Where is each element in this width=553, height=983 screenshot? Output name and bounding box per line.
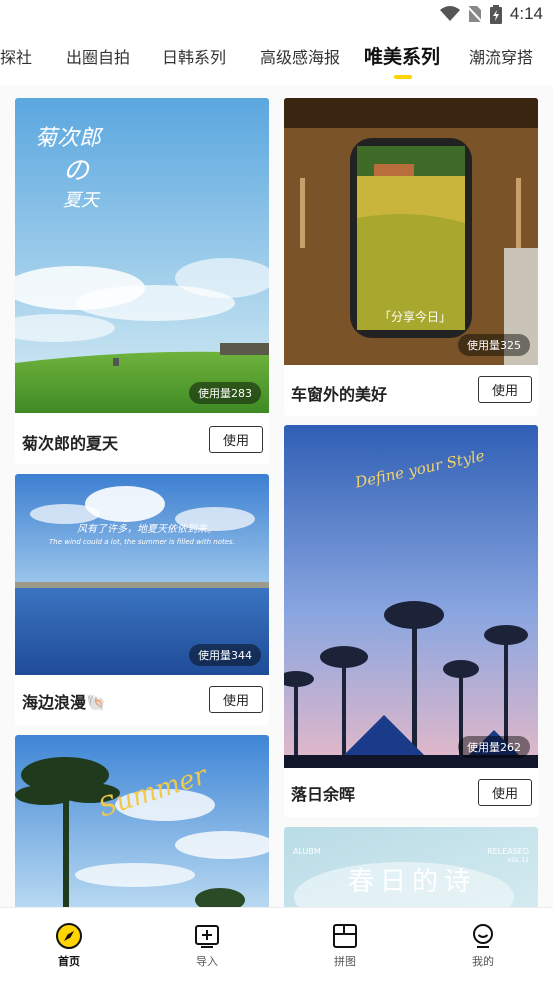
- nav-import[interactable]: 导入: [177, 922, 237, 969]
- status-bar: 4:14: [0, 0, 553, 30]
- import-icon: [195, 925, 219, 948]
- nav-collage[interactable]: 拼图: [315, 922, 375, 969]
- template-card[interactable]: 菊次郎 の 夏天 使用量283 菊次郎的夏天 使用: [15, 98, 269, 464]
- usage-count-badge: 使用量283: [189, 382, 261, 404]
- template-thumbnail[interactable]: 「分享今日」 使用量325: [284, 98, 538, 365]
- profile-icon: [473, 924, 493, 948]
- template-thumbnail[interactable]: 风有了许多，地夏天依依到来。 The wind could a lot, the…: [15, 474, 269, 675]
- no-sim-icon: [467, 6, 482, 23]
- usage-count-badge: 使用量262: [458, 736, 530, 758]
- use-template-button[interactable]: 使用: [478, 779, 532, 806]
- category-tabs: 探社 出圈自拍 日韩系列 高级感海报 唯美系列 潮流穿搭: [0, 30, 553, 86]
- poster-title-text: の: [63, 156, 90, 186]
- template-card[interactable]: ALUBM RELEASED VOL.12 春日的诗: [284, 827, 538, 907]
- nav-home[interactable]: 首页: [39, 922, 99, 969]
- template-card[interactable]: 风有了许多，地夏天依依到来。 The wind could a lot, the…: [15, 474, 269, 726]
- nav-profile-label: 我的: [472, 955, 494, 968]
- usage-count-badge: 使用量325: [458, 334, 530, 356]
- template-card[interactable]: Define your Style 使用量262 落日余晖 使用: [284, 425, 538, 817]
- tab-aesthetic[interactable]: 唯美系列: [364, 42, 440, 69]
- poster-caption-cn: 风有了许多，地夏天依依到来。: [77, 524, 217, 535]
- template-thumbnail[interactable]: 菊次郎 の 夏天 使用量283: [15, 98, 269, 413]
- use-template-button[interactable]: 使用: [209, 686, 263, 713]
- template-title: 车窗外的美好: [291, 385, 388, 404]
- use-template-button[interactable]: 使用: [478, 376, 532, 403]
- template-card[interactable]: Summer: [15, 735, 269, 907]
- use-template-button[interactable]: 使用: [209, 426, 263, 453]
- bottom-navigation: 首页 导入 拼图 我的: [0, 907, 553, 983]
- poster-caption-en: The wind could a lot, the summer is fill…: [49, 538, 235, 546]
- template-thumbnail[interactable]: Summer: [15, 735, 269, 907]
- template-title: 落日余晖: [291, 785, 356, 804]
- template-thumbnail[interactable]: Define your Style 使用量262: [284, 425, 538, 768]
- tab-street-fashion[interactable]: 潮流穿搭: [469, 44, 533, 68]
- poster-title-text: 夏天: [63, 190, 99, 211]
- template-thumbnail[interactable]: ALUBM RELEASED VOL.12 春日的诗: [284, 827, 538, 907]
- poster-title-text: 春日的诗: [348, 867, 477, 897]
- poster-label-left: ALUBM: [293, 847, 321, 856]
- tab-premium-poster[interactable]: 高级感海报: [260, 44, 340, 68]
- poster-title-text: 菊次郎: [35, 126, 102, 151]
- nav-collage-label: 拼图: [334, 955, 356, 968]
- active-tab-indicator: [394, 75, 412, 79]
- template-title: 菊次郎的夏天: [22, 434, 119, 453]
- tab-explore[interactable]: 探社: [0, 44, 32, 68]
- nav-import-label: 导入: [196, 955, 218, 968]
- poster-title-text: 「分享今日」: [379, 310, 452, 324]
- template-title: 海边浪漫🐚: [22, 693, 106, 712]
- wifi-icon: [439, 6, 460, 21]
- template-feed[interactable]: 菊次郎 の 夏天 使用量283 菊次郎的夏天 使用 「分享今日」 使用量325 …: [0, 86, 553, 907]
- template-card[interactable]: 「分享今日」 使用量325 车窗外的美好 使用: [284, 98, 538, 416]
- compass-icon: [56, 923, 82, 949]
- usage-count-badge: 使用量344: [189, 644, 261, 666]
- status-time: 4:14: [509, 4, 543, 23]
- nav-profile[interactable]: 我的: [453, 922, 513, 969]
- collage-icon: [333, 924, 357, 948]
- poster-label-right: RELEASED: [487, 847, 529, 856]
- tab-selfie[interactable]: 出圈自拍: [66, 44, 130, 68]
- battery-icon: [489, 4, 502, 24]
- nav-home-label: 首页: [58, 955, 80, 968]
- poster-label-vol: VOL.12: [507, 857, 529, 864]
- tab-japan-korea[interactable]: 日韩系列: [162, 44, 226, 68]
